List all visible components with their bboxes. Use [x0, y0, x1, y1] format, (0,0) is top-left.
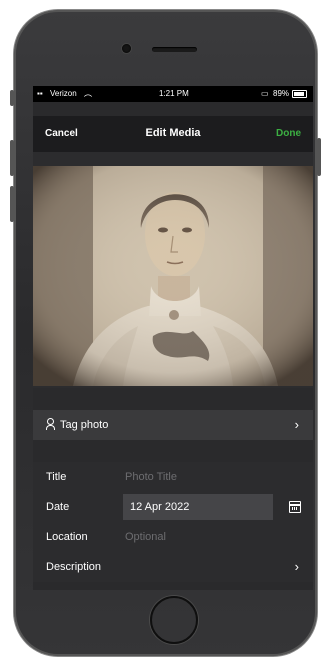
home-button[interactable]: [150, 596, 198, 644]
title-label: Title: [46, 471, 67, 483]
description-label: Description: [46, 561, 102, 573]
wifi-icon: ︵: [84, 89, 92, 98]
tag-photo-label: Tag photo: [60, 419, 109, 431]
portrait-illustration: [33, 166, 313, 386]
signal-icon: ▪▪: [37, 89, 43, 98]
chevron-right-icon: ›: [294, 559, 299, 574]
location-label: Location: [46, 531, 88, 543]
date-row: Date 12 Apr 2022: [33, 492, 313, 522]
date-field[interactable]: 12 Apr 2022: [123, 494, 273, 520]
done-button[interactable]: Done: [276, 128, 301, 139]
clock: 1:21 PM: [159, 89, 189, 98]
volume-up-button: [10, 140, 14, 176]
page-title: Edit Media: [145, 127, 201, 139]
battery-icon: [292, 90, 307, 98]
calendar-icon[interactable]: [289, 501, 301, 513]
screen: ▪▪ Verizon ︵ 1:21 PM ▭ 89% Cancel Edit M…: [33, 86, 313, 590]
date-value: 12 Apr 2022: [130, 501, 190, 513]
cast-icon: ▭: [261, 89, 269, 98]
title-row[interactable]: Title Photo Title: [33, 462, 313, 492]
location-row[interactable]: Location Optional: [33, 522, 313, 552]
description-row[interactable]: Description ›: [33, 552, 313, 582]
location-input[interactable]: Optional: [125, 531, 166, 543]
sheet-gap: [33, 102, 313, 116]
tag-photo-row[interactable]: Tag photo ›: [33, 410, 313, 440]
photo-area: [33, 152, 313, 388]
front-camera: [122, 44, 131, 53]
power-button: [317, 138, 321, 176]
status-bar: ▪▪ Verizon ︵ 1:21 PM ▭ 89%: [33, 86, 313, 102]
date-label: Date: [46, 501, 70, 513]
mute-switch: [10, 90, 14, 106]
title-input[interactable]: Photo Title: [125, 471, 177, 483]
carrier: Verizon: [50, 89, 77, 98]
volume-down-button: [10, 186, 14, 222]
chevron-right-icon: ›: [294, 417, 299, 432]
earpiece-speaker: [152, 47, 197, 52]
person-icon: [46, 418, 55, 430]
battery-percent: 89%: [273, 89, 290, 98]
vintage-portrait-photo: [33, 166, 313, 386]
nav-bar: Cancel Edit Media Done: [33, 116, 313, 152]
